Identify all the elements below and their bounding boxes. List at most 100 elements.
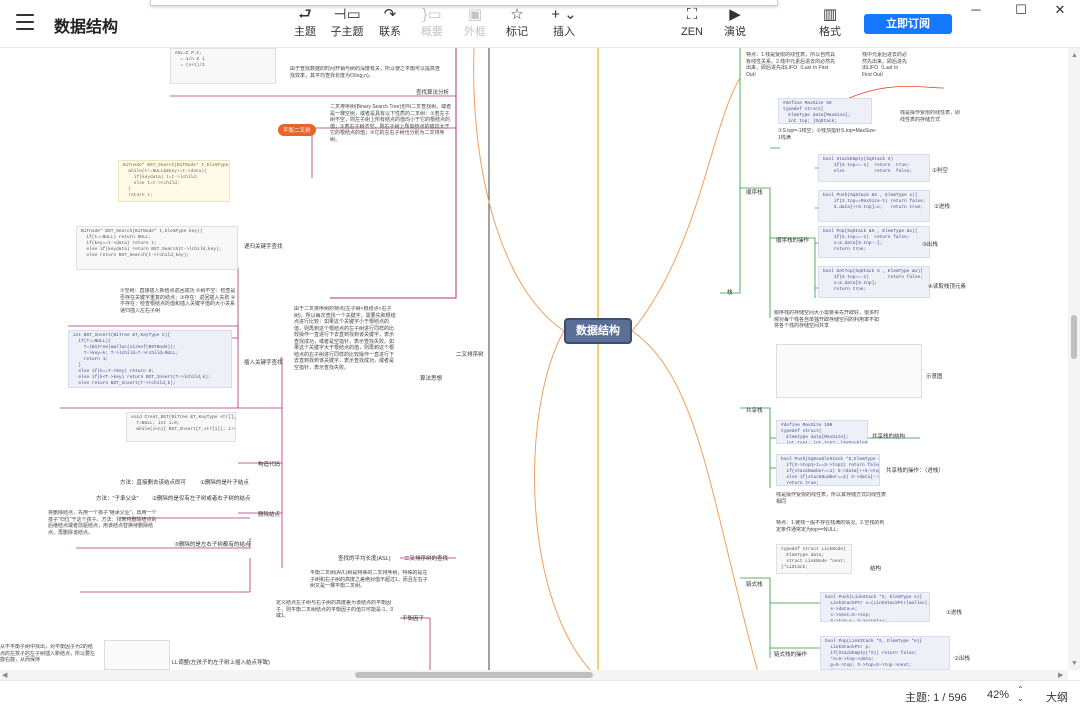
scroll-right-arrow-icon[interactable]: ▶: [1058, 671, 1063, 679]
vertical-scroll-thumb[interactable]: [1071, 315, 1077, 359]
scroll-down-arrow-icon[interactable]: ▼: [1071, 660, 1078, 667]
balance-factor-label[interactable]: 平衡因子: [402, 614, 424, 622]
marker-icon: ☆: [510, 6, 524, 23]
chain-pop-code: bool Pop(LinkStack *S, ElemType *e){ Lin…: [820, 636, 950, 670]
subtopic-button[interactable]: ⊣▭ 子主题: [323, 6, 371, 44]
format-button[interactable]: ▥ 格式: [806, 6, 854, 44]
seq-stack-ops-label[interactable]: 顺序栈的操作: [776, 236, 809, 244]
mindmap-canvas[interactable]: ASL=Σ PᵢCᵢ = 1/n Σ i = (n+1)/2 由于查找数据的时间…: [0, 48, 1080, 680]
shared-stack-diagram: [776, 344, 922, 398]
format-label: 格式: [819, 26, 841, 38]
stack-gettop-label[interactable]: ④读取栈顶元素: [928, 282, 966, 290]
bst-label[interactable]: 二叉排序树: [456, 350, 484, 358]
balanced-tree-badge[interactable]: 平衡二叉树: [278, 124, 316, 136]
stack-pointer-note: ①S.top=-1栈空；②栈顶指针S.top=MaxSize-1栈满: [778, 128, 877, 141]
topic-label: 主题: [294, 26, 316, 38]
root-topic[interactable]: 数据结构: [564, 318, 632, 344]
formula-image: ASL=Σ PᵢCᵢ = 1/n Σ i = (n+1)/2: [170, 48, 276, 84]
boundary-button[interactable]: ▣ 外框: [451, 6, 499, 44]
document-title: 数据结构: [54, 19, 119, 36]
scroll-left-arrow-icon[interactable]: ◀: [2, 671, 7, 679]
delete-case-1[interactable]: ①删除的是叶子结点: [200, 478, 249, 486]
format-icon: ▥: [822, 6, 838, 23]
recursive-search-label[interactable]: 递归关键字查找: [244, 242, 283, 250]
chain-push-code: bool Push(LinkStack *S, ElemType e){ Lin…: [820, 592, 930, 622]
shared-stack-struct-label[interactable]: 共享栈的结构: [872, 432, 905, 440]
chain-stack-label[interactable]: 链式栈: [746, 580, 763, 588]
zen-label: ZEN: [681, 26, 703, 38]
relationship-label: 联系: [379, 26, 401, 38]
shared-stack-ops-label[interactable]: 共享栈的操作：（进栈）: [886, 466, 944, 474]
insert-rules-note: ①空树：直接插入新结点返回成功 ②树不空：检查是否存在关键字重复的结点：③存在：…: [120, 288, 236, 314]
vertical-scrollbar[interactable]: [1068, 48, 1080, 670]
marker-button[interactable]: ☆ 标记: [493, 6, 541, 44]
delete-case-3[interactable]: ③删除的是左右子树都有的结点: [174, 540, 250, 548]
bst-search-label-2[interactable]: 二叉排序树的查找: [404, 554, 448, 562]
outline-button[interactable]: 大纲: [1046, 689, 1068, 705]
summary-label: 概要: [421, 26, 443, 38]
delete-node-label[interactable]: 删除结点: [258, 510, 280, 518]
pitch-button[interactable]: ▶ 演说: [711, 6, 759, 44]
stack-label[interactable]: 栈: [727, 288, 733, 296]
lifo-note: 栈中元素后进去的必然先出来，即后进先出LIFO（Last In First Ou…: [862, 52, 908, 78]
seq-stack-label[interactable]: 顺序栈: [746, 188, 763, 196]
shared-stack-struct-code: #define MaxSize 100 typedef struct{ Elem…: [776, 420, 868, 444]
summary-icon: }▭: [422, 6, 442, 23]
shared-stack-label[interactable]: 共享栈: [746, 406, 763, 414]
insert-search-label[interactable]: 插入关键字查找: [244, 358, 283, 366]
search-analysis-label[interactable]: 查找算法分析: [416, 88, 449, 96]
stack-gettop-code: bool GetTop(SqStack S , ElemType &x){ if…: [818, 266, 930, 298]
subtopic-label: 子主题: [330, 26, 364, 38]
relationship-button[interactable]: ↷ 联系: [366, 6, 414, 44]
chain-struct-label[interactable]: 结构: [870, 564, 881, 572]
stack-empty-label[interactable]: ①判空: [932, 166, 948, 174]
horizontal-scroll-thumb[interactable]: [355, 672, 593, 678]
delete-method-note: 将删除结点，先用一个孩子"继承父业"，再用一个孩子"归位"于这个孩子。方法：找到…: [48, 510, 157, 536]
build-code-label[interactable]: 构造代码: [258, 460, 280, 468]
zoom-stepper-icon[interactable]: ⌃ ⌄: [1017, 685, 1024, 703]
chain-stack-ops-label[interactable]: 链式栈的操作: [774, 650, 807, 658]
stack-features-note: 特点：1.栈是受限的线性表，所以自然具有线性关系。2.栈中元素后进去的必然先出来…: [746, 52, 836, 78]
maximize-button[interactable]: ☐: [1011, 2, 1031, 18]
delete-rule-2: 方法："子承父业": [96, 496, 139, 502]
diagram-label: 示意图: [926, 374, 943, 380]
stack-push-label[interactable]: ②进栈: [934, 202, 950, 210]
mindmap-app: 数据结构 ⮐ 主题 ⊣▭ 子主题 ↷ 联系 }▭ 概要 ▣ 外框 ☆ 标记 + …: [0, 0, 1080, 709]
stack-empty-code: bool StackEmpty(SqStack S) if(S.top==-1)…: [818, 154, 930, 182]
insert-label: 插入: [553, 26, 575, 38]
link-stack-note: 栈是操作受限的线性表，所以其存储方式同线性表相同: [776, 492, 887, 505]
menu-button[interactable]: [16, 14, 34, 30]
boundary-label: 外框: [464, 26, 486, 38]
delete-case-2[interactable]: ②删除的是仅有左子树或者右子树的结点: [152, 494, 250, 502]
top-toolbar: 数据结构 ⮐ 主题 ⊣▭ 子主题 ↷ 联系 }▭ 概要 ▣ 外框 ☆ 标记 + …: [0, 0, 1080, 48]
bst-recursive-code: BiTnode* BST_Search(BiTNode* t,ElemType …: [76, 226, 238, 270]
chain-pop-label[interactable]: ②出栈: [954, 654, 970, 662]
subscribe-button[interactable]: 立即订阅: [864, 14, 952, 34]
balance-factor-note: 定义结点左子树与右子树的高度差为该结点的平衡因子，则平衡二叉树结点的平衡因子的值…: [276, 600, 394, 619]
zen-icon: ⛶: [686, 6, 698, 23]
algorithm-idea-label[interactable]: 算法思想: [420, 374, 442, 382]
ll-rotation-diagram: [104, 640, 170, 670]
chain-push-label[interactable]: ①进栈: [946, 608, 962, 616]
pitch-icon: ▶: [729, 6, 741, 23]
ll-adjust-label[interactable]: LL调整(左孩子的左子树上插入结点导致): [172, 658, 270, 666]
scroll-up-arrow-icon[interactable]: ▲: [1071, 52, 1078, 59]
bst-insert-code: int BST_Insert(BiTree &T,KeyType k){ if(…: [68, 330, 232, 388]
zoom-level[interactable]: 42%: [987, 689, 1009, 701]
boundary-icon: ▣: [467, 6, 483, 23]
summary-button[interactable]: }▭ 概要: [408, 6, 456, 44]
pitch-label: 演说: [724, 26, 746, 38]
insert-button[interactable]: + ⌄ 插入: [540, 6, 588, 44]
stack-struct-note: 栈是操作受限的线性表，即线性表的存储方式: [900, 110, 960, 123]
bst-search-code: BiTnode* BST_Search(BiTNode* t,ElemType …: [118, 160, 230, 202]
topic-icon: ⮐: [298, 6, 312, 23]
stack-struct-code: #define MaxSize 50 typedef struct{ ElemT…: [778, 98, 872, 124]
zen-button[interactable]: ⛶ ZEN: [668, 6, 716, 44]
shared-stack-push-code: bool Push(SqDoubleStack *S,ElemType e,in…: [776, 454, 880, 486]
close-button[interactable]: ✕: [1050, 2, 1070, 18]
stack-pop-label[interactable]: ③出栈: [922, 240, 938, 248]
minimize-button[interactable]: ─: [966, 2, 986, 18]
bst-create-code: void Creat_BST(BiTree &T,KeyType str[],i…: [126, 412, 236, 442]
delete-rule-1: 方法：直接删去该结点即可: [120, 480, 187, 486]
topic-button[interactable]: ⮐ 主题: [281, 6, 329, 44]
